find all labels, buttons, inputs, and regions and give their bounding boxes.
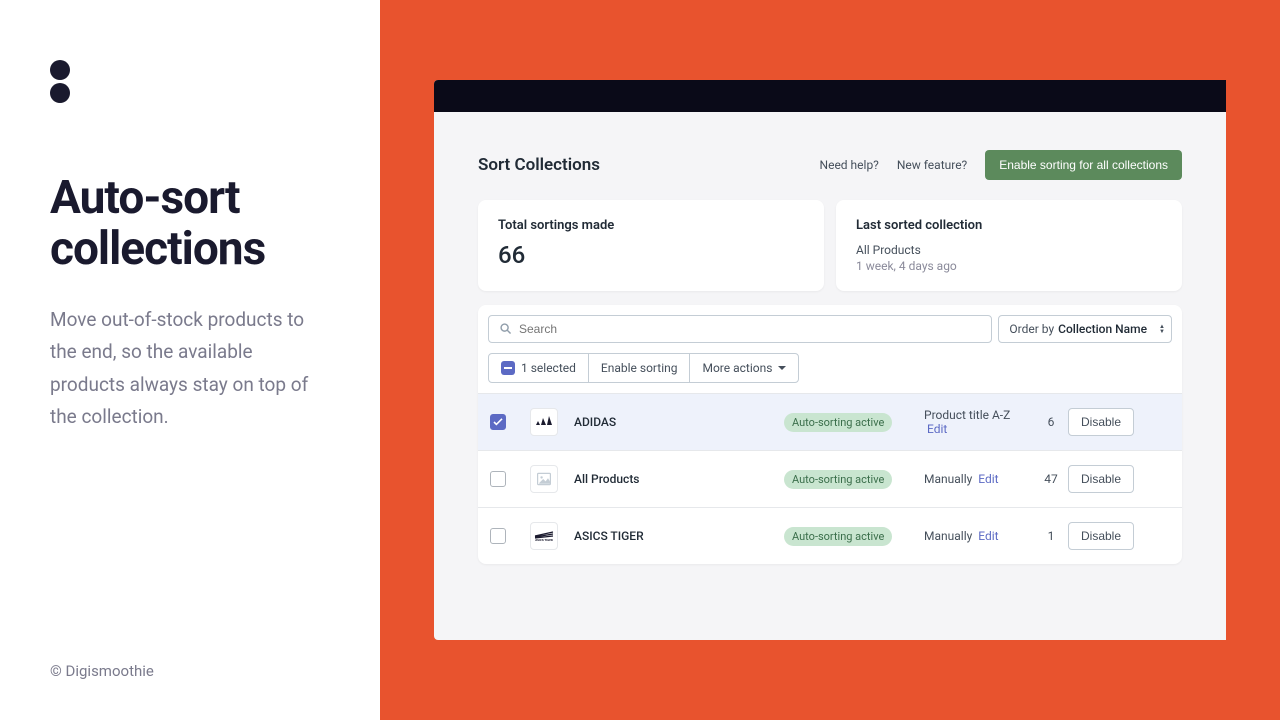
left-panel: Auto-sort collections Move out-of-stock … [0, 0, 380, 720]
need-help-link[interactable]: Need help? [820, 158, 879, 172]
edit-link[interactable]: Edit [978, 529, 998, 543]
collection-thumb: ASICS TIGER [530, 522, 558, 550]
select-all-toggle[interactable]: 1 selected [489, 354, 589, 382]
collections-table: Order by Collection Name ▲▼ 1 selected E… [478, 305, 1182, 564]
app-topbar [434, 80, 1226, 112]
page-title: Sort Collections [478, 155, 600, 175]
total-sortings-card: Total sortings made 66 [478, 200, 824, 291]
asics-logo-icon: ASICS TIGER [534, 530, 554, 542]
sort-method: Manually Edit [924, 472, 1034, 486]
logo-dot-top [50, 60, 70, 80]
sort-arrows-icon: ▲▼ [1159, 324, 1165, 334]
table-controls: Order by Collection Name ▲▼ [478, 305, 1182, 353]
disable-button[interactable]: Disable [1068, 465, 1134, 493]
logo-dot-bottom [50, 83, 70, 103]
logo [50, 60, 330, 103]
chevron-down-icon [778, 366, 786, 370]
enable-sorting-button[interactable]: Enable sorting [589, 354, 691, 382]
total-sortings-value: 66 [498, 241, 804, 269]
table-row: All ProductsAuto-sorting active Manually … [478, 450, 1182, 507]
bulk-group: 1 selected Enable sorting More actions [488, 353, 799, 383]
enable-all-button[interactable]: Enable sorting for all collections [985, 150, 1182, 180]
more-actions-button[interactable]: More actions [690, 354, 798, 382]
order-by-select[interactable]: Order by Collection Name ▲▼ [998, 315, 1172, 343]
sort-method: Manually Edit [924, 529, 1034, 543]
selected-count: 1 selected [521, 361, 576, 375]
product-count: 6 [1034, 415, 1068, 429]
app-content: Sort Collections Need help? New feature?… [434, 112, 1226, 584]
last-sorted-time: 1 week, 4 days ago [856, 259, 1162, 273]
search-icon [499, 322, 513, 336]
more-actions-label: More actions [702, 361, 772, 375]
page-heading: Auto-sort collections [50, 173, 330, 274]
collection-thumb [530, 408, 558, 436]
disable-button[interactable]: Disable [1068, 522, 1134, 550]
svg-text:ASICS TIGER: ASICS TIGER [535, 538, 553, 542]
collection-thumb [530, 465, 558, 493]
edit-link[interactable]: Edit [978, 472, 998, 486]
copyright: © Digismoothie [50, 662, 154, 680]
indeterminate-checkbox-icon [501, 361, 515, 375]
page-header: Sort Collections Need help? New feature?… [478, 150, 1182, 180]
status-badge: Auto-sorting active [784, 527, 892, 546]
image-placeholder-icon [536, 471, 552, 487]
status-badge: Auto-sorting active [784, 413, 892, 432]
collection-name[interactable]: ASICS TIGER [574, 529, 784, 543]
last-sorted-card: Last sorted collection All Products 1 we… [836, 200, 1182, 291]
edit-link[interactable]: Edit [927, 422, 947, 436]
table-row: ADIDASAuto-sorting active Product title A… [478, 393, 1182, 450]
row-checkbox[interactable] [490, 471, 506, 487]
table-row: ASICS TIGERASICS TIGERAuto-sorting activ… [478, 507, 1182, 564]
adidas-logo-icon [534, 415, 554, 429]
collection-name[interactable]: All Products [574, 472, 784, 486]
total-sortings-label: Total sortings made [498, 218, 804, 233]
status-badge: Auto-sorting active [784, 470, 892, 489]
disable-button[interactable]: Disable [1068, 408, 1134, 436]
order-value: Collection Name [1058, 322, 1147, 336]
last-sorted-label: Last sorted collection [856, 218, 1162, 233]
sort-method: Product title A-Z Edit [924, 408, 1034, 436]
app-window: Sort Collections Need help? New feature?… [434, 80, 1226, 640]
new-feature-link[interactable]: New feature? [897, 158, 967, 172]
row-checkbox[interactable] [490, 414, 506, 430]
order-prefix: Order by [1009, 322, 1054, 336]
header-actions: Need help? New feature? Enable sorting f… [820, 150, 1182, 180]
page-description: Move out-of-stock products to the end, s… [50, 304, 330, 433]
right-panel: Sort Collections Need help? New feature?… [380, 0, 1280, 720]
search-box[interactable] [488, 315, 992, 343]
product-count: 1 [1034, 529, 1068, 543]
bulk-action-bar: 1 selected Enable sorting More actions [478, 353, 1182, 393]
row-checkbox[interactable] [490, 528, 506, 544]
product-count: 47 [1034, 472, 1068, 486]
table-body: ADIDASAuto-sorting activeProduct title A… [478, 393, 1182, 564]
check-icon [493, 418, 503, 426]
stats-row: Total sortings made 66 Last sorted colle… [478, 200, 1182, 291]
search-input[interactable] [519, 322, 981, 336]
collection-name[interactable]: ADIDAS [574, 415, 784, 429]
last-sorted-name: All Products [856, 243, 1162, 257]
